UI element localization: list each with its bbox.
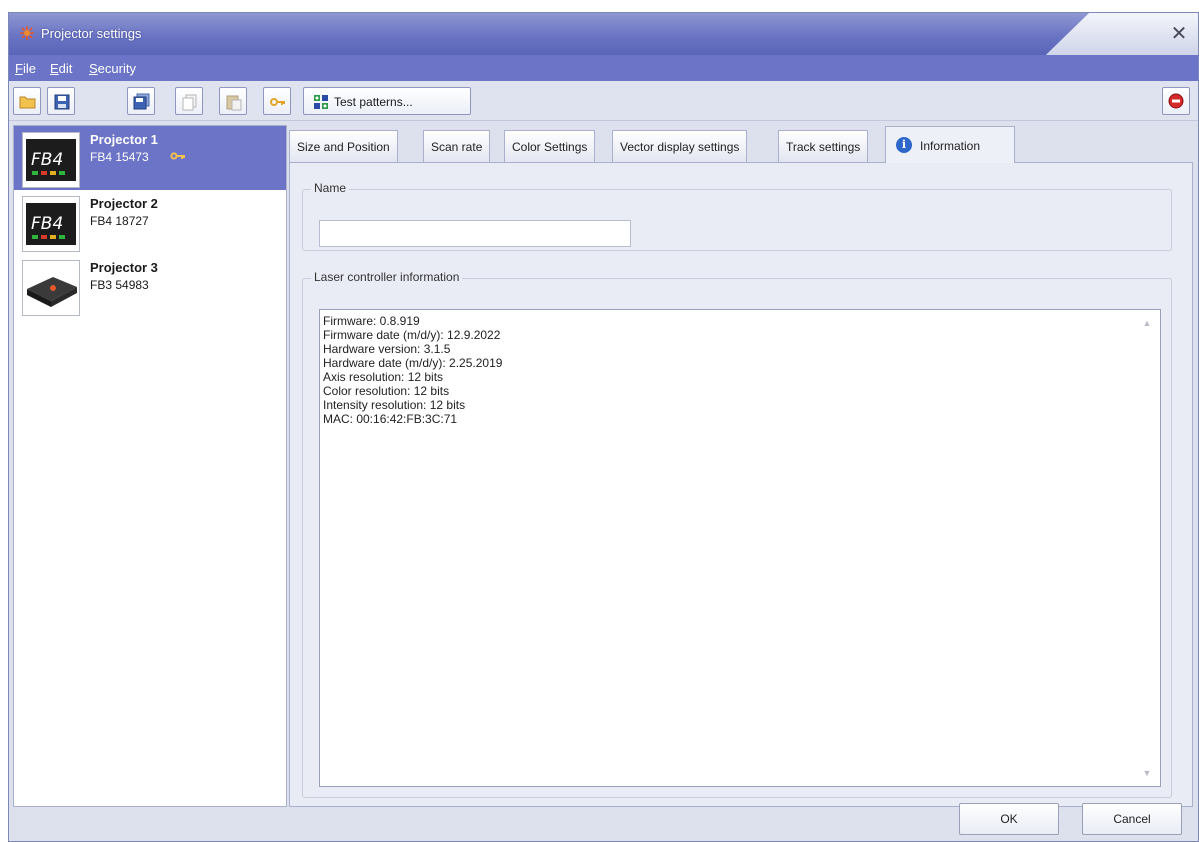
scroll-up-arrow-icon[interactable]: ▲ <box>1142 318 1152 328</box>
save-icon <box>54 94 70 110</box>
laser-info-line: Color resolution: 12 bits <box>323 384 450 398</box>
save-all-button[interactable] <box>127 87 155 115</box>
laser-info-line: Hardware date (m/d/y): 2.25.2019 <box>323 356 503 370</box>
close-icon: ✕ <box>1170 23 1188 45</box>
copy-button[interactable] <box>175 87 203 115</box>
close-button[interactable]: ✕ <box>1166 21 1192 47</box>
cancel-button[interactable]: Cancel <box>1082 803 1182 835</box>
projector-serial: FB4 15473 <box>90 150 149 164</box>
tab-information-label: Information <box>920 139 981 153</box>
projector-list: FB4 Projector 1 FB4 15473 FB4 Projector … <box>13 125 287 807</box>
tab-information[interactable]: i Information <box>885 126 1015 163</box>
open-folder-icon <box>19 96 36 109</box>
stop-icon <box>1168 93 1184 109</box>
projector-item[interactable]: Projector 3 FB3 54983 <box>14 254 286 318</box>
fb3-device-icon <box>22 260 80 316</box>
paste-icon <box>226 95 242 111</box>
laser-info-line: Firmware date (m/d/y): 12.9.2022 <box>323 328 501 342</box>
laser-info-line: Firmware: 0.8.919 <box>323 314 420 328</box>
stop-button[interactable] <box>1162 87 1190 115</box>
projector-serial: FB3 54983 <box>90 278 149 292</box>
laser-info-group-label: Laser controller information <box>311 270 463 284</box>
test-patterns-button[interactable]: Test patterns... <box>303 87 471 115</box>
projector-item[interactable]: FB4 Projector 1 FB4 15473 <box>14 126 286 190</box>
laser-info-line: Axis resolution: 12 bits <box>323 370 444 384</box>
menu-bar: File Edit Security <box>9 55 1198 81</box>
tab-track-settings[interactable]: Track settings <box>778 130 869 162</box>
tab-color-settings[interactable]: Color Settings <box>504 130 596 162</box>
toolbar: Test patterns... <box>9 81 1198 121</box>
save-button[interactable] <box>47 87 75 115</box>
tab-vector-display-settings[interactable]: Vector display settings <box>612 130 748 162</box>
fb4-device-icon: FB4 <box>22 196 80 252</box>
save-all-icon <box>133 93 150 110</box>
menu-security[interactable]: Security <box>89 61 136 76</box>
info-icon: i <box>896 137 912 153</box>
projector-name: Projector 2 <box>90 196 158 211</box>
title-bar-caption <box>9 13 1089 55</box>
test-patterns-label: Test patterns... <box>334 95 413 109</box>
name-input[interactable] <box>319 220 631 247</box>
window-title: Projector settings <box>41 26 142 41</box>
projector-settings-window: Projector settings ✕ File Edit Security <box>8 12 1199 842</box>
test-patterns-icon <box>314 95 328 109</box>
key-button[interactable] <box>263 87 291 115</box>
menu-edit[interactable]: Edit <box>50 61 72 76</box>
laser-info-line: Intensity resolution: 12 bits <box>323 398 466 412</box>
open-button[interactable] <box>13 87 41 115</box>
information-panel: Name Laser controller information Firmwa… <box>289 162 1193 807</box>
tab-scan-rate[interactable]: Scan rate <box>423 130 491 162</box>
tab-size-and-position[interactable]: Size and Position <box>289 130 398 162</box>
projector-name: Projector 1 <box>90 132 158 147</box>
copy-icon <box>182 94 197 111</box>
laser-info-line: MAC: 00:16:42:FB:3C:71 <box>323 412 458 426</box>
laser-info-lines: Firmware: 0.8.919 Firmware date (m/d/y): … <box>323 314 502 426</box>
key-icon <box>170 152 185 160</box>
scroll-down-arrow-icon[interactable]: ▼ <box>1142 768 1152 778</box>
projector-name: Projector 3 <box>90 260 158 275</box>
projector-serial: FB4 18727 <box>90 214 149 228</box>
ok-button[interactable]: OK <box>959 803 1059 835</box>
svg-text:FB4: FB4 <box>31 214 63 234</box>
settings-tabs: Size and Position Scan rate Color Settin… <box>289 126 1189 163</box>
menu-file[interactable]: File <box>15 61 36 76</box>
title-bar[interactable]: Projector settings ✕ <box>9 13 1198 55</box>
laser-info-textbox[interactable]: Firmware: 0.8.919 Firmware date (m/d/y): … <box>319 309 1161 787</box>
laser-info-line: Hardware version: 3.1.5 <box>323 342 451 356</box>
app-icon <box>20 26 34 40</box>
key-icon <box>270 98 285 106</box>
projector-item[interactable]: FB4 Projector 2 FB4 18727 <box>14 190 286 254</box>
fb4-device-icon: FB4 <box>22 132 80 188</box>
name-group-label: Name <box>311 181 350 195</box>
paste-button[interactable] <box>219 87 247 115</box>
svg-text:FB4: FB4 <box>31 150 63 170</box>
